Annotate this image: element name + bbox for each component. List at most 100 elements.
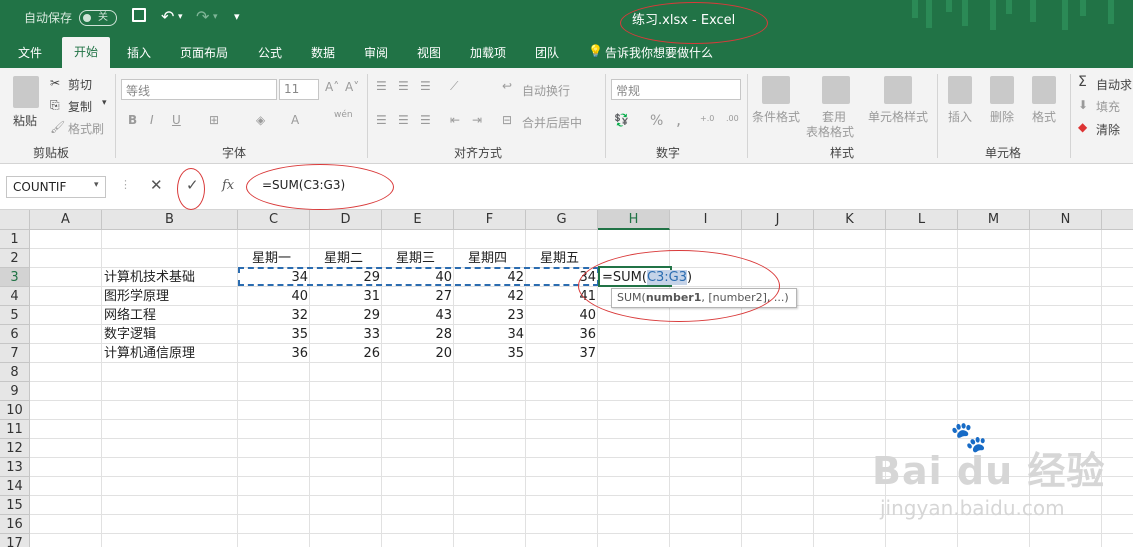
column-header-c[interactable]: C xyxy=(238,210,310,230)
cell-d2[interactable]: 星期二 xyxy=(324,249,363,268)
cell-d6[interactable]: 33 xyxy=(310,325,382,344)
cell-e7[interactable]: 20 xyxy=(382,344,454,363)
cut-button[interactable]: 剪切 xyxy=(68,76,92,93)
row-header-10[interactable]: 10 xyxy=(0,401,30,420)
undo-icon[interactable]: ↶ xyxy=(161,7,174,26)
undo-dropdown-icon[interactable]: ▾ xyxy=(178,12,183,22)
row-header-1[interactable]: 1 xyxy=(0,230,30,249)
paste-button[interactable]: 粘贴 xyxy=(13,112,37,129)
row-header-2[interactable]: 2 xyxy=(0,249,30,268)
row-header-13[interactable]: 13 xyxy=(0,458,30,477)
cell-f7[interactable]: 35 xyxy=(454,344,526,363)
autosum-button[interactable]: 自动求 xyxy=(1096,76,1132,93)
decrease-decimal-icon: .00 xyxy=(726,114,739,123)
column-header-n[interactable]: N xyxy=(1030,210,1102,230)
number-format-select[interactable]: 常规 xyxy=(611,79,741,100)
cell-e5[interactable]: 43 xyxy=(382,306,454,325)
cell-f6[interactable]: 34 xyxy=(454,325,526,344)
copy-button[interactable]: 复制 xyxy=(68,98,92,115)
select-all-corner[interactable] xyxy=(0,210,30,230)
qat-customize-icon[interactable]: ▾ xyxy=(234,10,240,23)
row-header-15[interactable]: 15 xyxy=(0,496,30,515)
cell-d5[interactable]: 29 xyxy=(310,306,382,325)
cell-b3[interactable]: 计算机技术基础 xyxy=(104,268,195,287)
tab-home[interactable]: 开始 xyxy=(62,37,111,68)
row-header-5[interactable]: 5 xyxy=(0,306,30,325)
gridline xyxy=(30,400,1133,401)
column-header-b[interactable]: B xyxy=(102,210,238,230)
row-header-6[interactable]: 6 xyxy=(0,325,30,344)
cell-f5[interactable]: 23 xyxy=(454,306,526,325)
cell-c5[interactable]: 32 xyxy=(238,306,310,325)
tab-view[interactable]: 视图 xyxy=(417,44,441,61)
tab-data[interactable]: 数据 xyxy=(311,44,335,61)
cell-g7[interactable]: 37 xyxy=(526,344,598,363)
cell-d7[interactable]: 26 xyxy=(310,344,382,363)
cell-e4[interactable]: 27 xyxy=(382,287,454,306)
tab-addins[interactable]: 加载项 xyxy=(470,44,506,61)
decor-bar xyxy=(1030,0,1036,22)
row-header-9[interactable]: 9 xyxy=(0,382,30,401)
save-icon[interactable] xyxy=(132,8,146,22)
cell-c2[interactable]: 星期一 xyxy=(252,249,291,268)
tab-team[interactable]: 团队 xyxy=(535,44,559,61)
eraser-icon[interactable]: ◆ xyxy=(1078,120,1087,134)
cell-b4[interactable]: 图形学原理 xyxy=(104,287,169,306)
row-header-8[interactable]: 8 xyxy=(0,363,30,382)
name-box-dropdown-icon[interactable]: ▾ xyxy=(94,180,99,190)
cell-c6[interactable]: 35 xyxy=(238,325,310,344)
paste-icon[interactable] xyxy=(13,76,39,108)
autosave-toggle[interactable]: 关 xyxy=(79,10,117,26)
row-header-12[interactable]: 12 xyxy=(0,439,30,458)
column-header-g[interactable]: G xyxy=(526,210,598,230)
cell-b7[interactable]: 计算机通信原理 xyxy=(104,344,195,363)
cell-g2[interactable]: 星期五 xyxy=(540,249,579,268)
copy-dropdown-icon[interactable]: ▾ xyxy=(102,98,107,108)
font-name-select[interactable]: 等线 xyxy=(121,79,277,100)
cell-b6[interactable]: 数字逻辑 xyxy=(104,325,156,344)
cell-e6[interactable]: 28 xyxy=(382,325,454,344)
cell-d4[interactable]: 31 xyxy=(310,287,382,306)
column-header-h[interactable]: H xyxy=(598,210,670,230)
row-header-7[interactable]: 7 xyxy=(0,344,30,363)
row-header-14[interactable]: 14 xyxy=(0,477,30,496)
clear-button[interactable]: 清除 xyxy=(1096,121,1120,138)
tab-formulas[interactable]: 公式 xyxy=(258,44,282,61)
tab-review[interactable]: 审阅 xyxy=(364,44,388,61)
row-header-11[interactable]: 11 xyxy=(0,420,30,439)
insert-function-button[interactable]: fx xyxy=(222,178,234,193)
column-header-m[interactable]: M xyxy=(958,210,1030,230)
cell-c7[interactable]: 36 xyxy=(238,344,310,363)
row-header-4[interactable]: 4 xyxy=(0,287,30,306)
cell-b5[interactable]: 网络工程 xyxy=(104,306,156,325)
row-header-3[interactable]: 3 xyxy=(0,268,30,287)
column-header-i[interactable]: I xyxy=(670,210,742,230)
column-header-overflow[interactable] xyxy=(1102,210,1133,230)
column-header-k[interactable]: K xyxy=(814,210,886,230)
cell-e2[interactable]: 星期三 xyxy=(396,249,435,268)
name-box[interactable]: COUNTIF xyxy=(6,176,106,198)
tell-me-search[interactable]: 告诉我你想要做什么 xyxy=(605,44,713,61)
column-header-a[interactable]: A xyxy=(30,210,102,230)
cell-f4[interactable]: 42 xyxy=(454,287,526,306)
borders-icon: ⊞ xyxy=(209,113,220,127)
cell-f2[interactable]: 星期四 xyxy=(468,249,507,268)
row-header-16[interactable]: 16 xyxy=(0,515,30,534)
column-header-e[interactable]: E xyxy=(382,210,454,230)
copy-icon[interactable]: ⎘ xyxy=(50,98,60,113)
autosum-icon[interactable]: Σ xyxy=(1078,74,1087,90)
tab-insert[interactable]: 插入 xyxy=(127,44,151,61)
column-header-d[interactable]: D xyxy=(310,210,382,230)
tab-file[interactable]: 文件 xyxy=(18,44,42,61)
cell-g5[interactable]: 40 xyxy=(526,306,598,325)
column-header-f[interactable]: F xyxy=(454,210,526,230)
row-header-17[interactable]: 17 xyxy=(0,534,30,547)
cancel-button[interactable]: ✕ xyxy=(150,176,163,194)
column-header-l[interactable]: L xyxy=(886,210,958,230)
cell-g6[interactable]: 36 xyxy=(526,325,598,344)
column-header-j[interactable]: J xyxy=(742,210,814,230)
cell-c4[interactable]: 40 xyxy=(238,287,310,306)
tab-page-layout[interactable]: 页面布局 xyxy=(180,44,228,61)
font-size-select[interactable]: 11 xyxy=(279,79,319,100)
scissors-icon[interactable]: ✂ xyxy=(50,76,60,90)
